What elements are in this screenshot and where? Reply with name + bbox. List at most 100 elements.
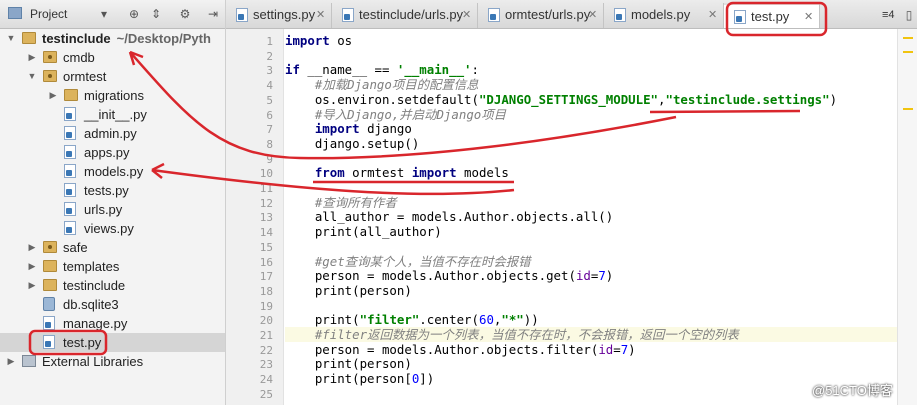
tree-item-apps-py[interactable]: apps.py (0, 143, 225, 162)
line-number: 17 (259, 270, 273, 284)
code-line[interactable]: print(person) (285, 356, 897, 371)
code-line[interactable] (285, 298, 897, 313)
code-line[interactable]: #加载Django项目的配置信息 (285, 77, 897, 92)
gear-icon[interactable]: ⚙ (177, 6, 193, 22)
package-icon (43, 241, 57, 253)
tree-item-test-py[interactable]: test.py (0, 333, 225, 352)
code-line[interactable] (285, 386, 897, 401)
close-icon[interactable]: ✕ (462, 3, 471, 27)
tree-item-manage-py[interactable]: manage.py (0, 314, 225, 333)
code-line[interactable] (285, 151, 897, 166)
split-panel-icon[interactable]: ▯ (901, 7, 917, 23)
collapsed-arrow-icon[interactable]: ▶ (48, 86, 58, 105)
code-line[interactable]: django.setup() (285, 136, 897, 151)
line-number: 6 (266, 108, 273, 122)
python-file-icon (614, 8, 626, 22)
code-line[interactable]: #get查询某个人，当值不存在时会报错 (285, 254, 897, 269)
tree-item-urls-py[interactable]: urls.py (0, 200, 225, 219)
library-icon (22, 355, 36, 367)
expanded-arrow-icon[interactable]: ▼ (6, 29, 16, 48)
code-line[interactable]: os.environ.setdefault("DJANGO_SETTINGS_M… (285, 92, 897, 107)
code-line[interactable] (285, 180, 897, 195)
line-number: 20 (259, 314, 273, 328)
tree-item-migrations[interactable]: ▶ migrations (0, 86, 225, 105)
close-icon[interactable]: ✕ (316, 3, 325, 27)
line-number: 2 (266, 49, 273, 63)
code-editor[interactable]: import os if __name__ == '__main__': #加载D… (285, 29, 897, 405)
code-line[interactable]: #filter返回数据为一个列表，当值不存在时，不会报错，返回一个空的列表 (285, 327, 897, 342)
warning-marker[interactable] (903, 37, 913, 39)
python-file-icon (64, 145, 76, 159)
tree-item-label: views.py (84, 221, 134, 236)
tree-item-admin-py[interactable]: admin.py (0, 124, 225, 143)
close-icon[interactable]: ✕ (588, 3, 597, 27)
code-line[interactable]: print("filter".center(60,"*")) (285, 312, 897, 327)
collapsed-arrow-icon[interactable]: ▶ (27, 276, 37, 295)
code-line[interactable]: #查询所有作者 (285, 195, 897, 210)
warning-marker[interactable] (903, 51, 913, 53)
package-icon (43, 51, 57, 63)
close-icon[interactable]: ✕ (708, 3, 717, 27)
collapsed-arrow-icon[interactable]: ▶ (27, 48, 37, 67)
code-line[interactable]: print(person) (285, 283, 897, 298)
code-line[interactable] (285, 239, 897, 254)
tab-settings-py[interactable]: settings.py ✕ (226, 3, 332, 28)
tree-item-testinclude[interactable]: ▶ testinclude (0, 276, 225, 295)
package-icon (43, 70, 57, 82)
tree-item-label: db.sqlite3 (63, 297, 119, 312)
code-line[interactable]: import os (285, 33, 897, 48)
line-number: 12 (259, 196, 273, 210)
tree-item-cmdb[interactable]: ▶ cmdb (0, 48, 225, 67)
editor-scrollbar[interactable] (897, 29, 917, 405)
line-number: 24 (259, 373, 273, 387)
tree-item-label: cmdb (63, 50, 95, 65)
collapsed-arrow-icon[interactable]: ▶ (27, 257, 37, 276)
collapsed-arrow-icon[interactable]: ▶ (27, 238, 37, 257)
code-line[interactable]: from ormtest import models (285, 165, 897, 180)
tree-item-testinclude[interactable]: ▼ testinclude ~/Desktop/Pyth (0, 29, 225, 48)
tree-item-safe[interactable]: ▶ safe (0, 238, 225, 257)
code-line[interactable] (285, 48, 897, 63)
expanded-arrow-icon[interactable]: ▼ (27, 67, 37, 86)
tab-test-py[interactable]: test.py ✕ (724, 3, 820, 28)
tabs-overflow-button[interactable]: ≡4 (882, 7, 895, 24)
tree-item-ormtest[interactable]: ▼ ormtest (0, 67, 225, 86)
line-number: 14 (259, 226, 273, 240)
collapsed-arrow-icon[interactable]: ▶ (6, 352, 16, 371)
code-line[interactable]: if __name__ == '__main__': (285, 62, 897, 77)
python-file-icon (43, 335, 55, 349)
tree-item-templates[interactable]: ▶ templates (0, 257, 225, 276)
folder-icon (64, 89, 78, 101)
code-line[interactable]: print(person[0]) (285, 371, 897, 386)
line-number: 9 (266, 152, 273, 166)
editor-tabs: ≡4 ▯ settings.py ✕ testinclude/urls.py ✕ orm… (226, 0, 917, 29)
tree-item--init-py[interactable]: __init__.py (0, 105, 225, 124)
close-icon[interactable]: ✕ (804, 5, 813, 29)
target-icon[interactable]: ⊕ (126, 6, 142, 22)
project-panel: Project ▾ ⊕ ⇕ ⚙ ⇥ ▼ testinclude ~/Desktop/… (0, 0, 226, 405)
warning-marker[interactable] (903, 108, 913, 110)
project-path: ~/Desktop/Pyth (116, 31, 211, 46)
tab-testinclude-urls-py[interactable]: testinclude/urls.py ✕ (332, 3, 478, 28)
code-line[interactable]: import django (285, 121, 897, 136)
chevron-down-icon[interactable]: ▾ (96, 6, 112, 22)
tree-item-db-sqlite3[interactable]: db.sqlite3 (0, 295, 225, 314)
code-line[interactable]: person = models.Author.objects.get(id=7) (285, 268, 897, 283)
tab-ormtest-urls-py[interactable]: ormtest/urls.py ✕ (478, 3, 604, 28)
tree-item-tests-py[interactable]: tests.py (0, 181, 225, 200)
tree-item-views-py[interactable]: views.py (0, 219, 225, 238)
code-line[interactable]: print(all_author) (285, 224, 897, 239)
collapse-icon[interactable]: ⇕ (148, 6, 164, 22)
code-line[interactable]: person = models.Author.objects.filter(id… (285, 342, 897, 357)
hide-panel-icon[interactable]: ⇥ (205, 6, 221, 22)
code-line[interactable]: all_author = models.Author.objects.all() (285, 209, 897, 224)
tree-item-label: tests.py (84, 183, 129, 198)
tab-models-py[interactable]: models.py ✕ (604, 3, 724, 28)
line-number: 4 (266, 79, 273, 93)
code-line[interactable]: #导入Django,并启动Django项目 (285, 107, 897, 122)
line-number: 13 (259, 211, 273, 225)
project-view-icon (8, 7, 22, 19)
tree-item-models-py[interactable]: models.py (0, 162, 225, 181)
tree-item-external-libraries[interactable]: ▶ External Libraries (0, 352, 225, 371)
project-view-title[interactable]: Project (30, 6, 67, 23)
